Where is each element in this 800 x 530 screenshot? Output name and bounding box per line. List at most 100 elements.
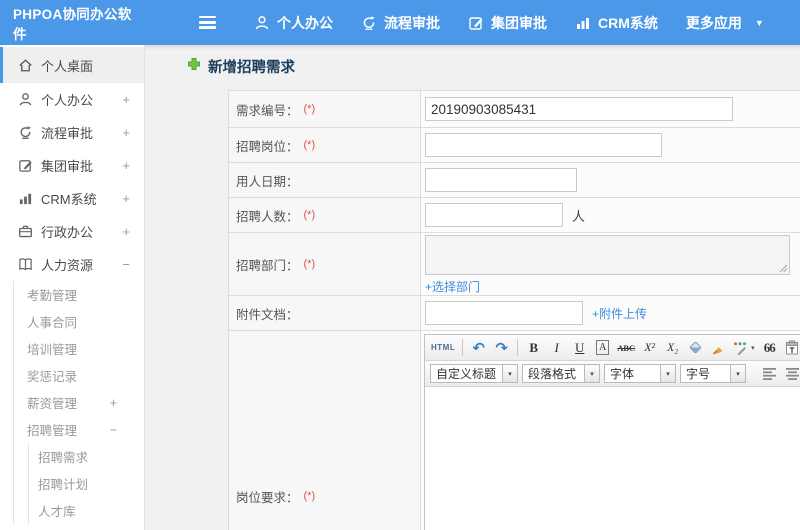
sidebar-item-personal-desktop[interactable]: 个人桌面 bbox=[0, 47, 144, 83]
format-brush-icon[interactable] bbox=[708, 338, 729, 358]
sidebar-item-administration[interactable]: 行政办公 + bbox=[0, 215, 144, 248]
person-icon bbox=[254, 15, 270, 31]
form-row-demand-number: 需求编号： (*) bbox=[229, 91, 800, 128]
app-window: PHPOA协同办公软件 个人办公 流程审批 集团审批 CRM系统 更多应用 ▼ … bbox=[0, 0, 800, 530]
bold-button[interactable]: B bbox=[523, 338, 544, 358]
italic-button[interactable]: I bbox=[546, 338, 567, 358]
sidebar-item-salary-mgmt[interactable]: 薪资管理 + bbox=[14, 389, 144, 416]
rich-text-editor: HTML ↶ ↷ B I U A ABC X² X₂ ▾ 66 自定义标题 ▾ … bbox=[424, 334, 800, 530]
attachment-input[interactable] bbox=[425, 301, 583, 325]
recruitment-demand-form: 需求编号： (*) 招聘岗位： (*) 用人日期： bbox=[228, 90, 800, 530]
caret-down-icon: ▾ bbox=[751, 344, 755, 352]
field-label: 招聘人数： bbox=[236, 209, 299, 224]
top-nav: 个人办公 流程审批 集团审批 CRM系统 更多应用 ▼ bbox=[240, 0, 778, 45]
app-logo: PHPOA协同办公软件 bbox=[13, 6, 132, 42]
collapse-toggle[interactable]: − bbox=[122, 257, 130, 272]
expand-toggle[interactable]: + bbox=[122, 224, 130, 239]
expand-toggle[interactable]: + bbox=[122, 158, 130, 173]
underline-button[interactable]: U bbox=[569, 338, 590, 358]
department-textarea[interactable] bbox=[425, 235, 790, 275]
redo-icon[interactable]: ↷ bbox=[491, 338, 512, 358]
font-border-button[interactable]: A bbox=[592, 338, 613, 358]
expand-toggle[interactable]: + bbox=[122, 125, 130, 140]
spellcheck-icon[interactable]: ▾ bbox=[731, 338, 757, 358]
sidebar: 个人桌面 个人办公 + 流程审批 + 集团审批 + CRM系统 + 行政办公 +… bbox=[0, 45, 145, 530]
collapse-toggle[interactable]: − bbox=[110, 423, 117, 437]
demand-number-input[interactable] bbox=[425, 97, 733, 121]
sidebar-item-human-resources[interactable]: 人力资源 − bbox=[0, 248, 144, 281]
attachment-upload-link[interactable]: +附件上传 bbox=[592, 305, 647, 322]
caret-down-icon: ▾ bbox=[502, 365, 517, 382]
sidebar-item-crm-system[interactable]: CRM系统 + bbox=[0, 182, 144, 215]
sidebar-item-personnel-contract[interactable]: 人事合同 bbox=[14, 308, 144, 335]
sidebar-item-recruitment-demand[interactable]: 招聘需求 bbox=[29, 443, 144, 470]
expand-toggle[interactable]: + bbox=[122, 92, 130, 107]
nav-workflow-approval[interactable]: 流程审批 bbox=[347, 0, 454, 45]
edit-icon bbox=[468, 15, 484, 31]
font-size-select[interactable]: 字号 ▾ bbox=[680, 364, 746, 383]
sidebar-item-recruitment-plan[interactable]: 招聘计划 bbox=[29, 470, 144, 497]
sidebar-item-attendance-mgmt[interactable]: 考勤管理 bbox=[14, 281, 144, 308]
sidebar-item-talent-pool[interactable]: 人才库 bbox=[29, 497, 144, 524]
editor-toolbar-row1: HTML ↶ ↷ B I U A ABC X² X₂ ▾ 66 bbox=[425, 335, 800, 361]
align-left-icon[interactable] bbox=[759, 364, 780, 384]
page-title: 新增招聘需求 bbox=[187, 56, 295, 77]
expand-toggle[interactable]: + bbox=[122, 191, 130, 206]
bar-chart-icon bbox=[17, 191, 33, 207]
hire-date-input[interactable] bbox=[425, 168, 577, 192]
caret-down-icon: ▾ bbox=[660, 365, 675, 382]
position-input[interactable] bbox=[425, 133, 662, 157]
paste-table-icon[interactable] bbox=[782, 338, 800, 358]
align-center-icon[interactable] bbox=[782, 364, 800, 384]
field-label: 附件文档： bbox=[236, 307, 299, 322]
sidebar-item-group-approval[interactable]: 集团审批 + bbox=[0, 149, 144, 182]
headcount-input[interactable] bbox=[425, 203, 563, 227]
sidebar-item-training-mgmt[interactable]: 培训管理 bbox=[14, 335, 144, 362]
caret-down-icon: ▼ bbox=[754, 17, 764, 28]
edit-icon bbox=[17, 158, 33, 174]
nav-crm-system[interactable]: CRM系统 bbox=[561, 0, 672, 45]
form-row-job-requirements: 岗位要求： (*) HTML ↶ ↷ B I U A ABC X² X₂ ▾ 6… bbox=[229, 331, 800, 530]
font-family-select[interactable]: 字体 ▾ bbox=[604, 364, 676, 383]
html-source-button[interactable]: HTML bbox=[429, 338, 457, 358]
eraser-icon[interactable] bbox=[685, 338, 706, 358]
sidebar-item-workflow-approval[interactable]: 流程审批 + bbox=[0, 116, 144, 149]
editor-content-area[interactable] bbox=[425, 387, 800, 530]
form-row-attachment: 附件文档： +附件上传 bbox=[229, 296, 800, 331]
select-department-link[interactable]: +选择部门 bbox=[425, 278, 480, 295]
sidebar-item-recruitment-mgmt[interactable]: 招聘管理 − bbox=[14, 416, 144, 443]
undo-icon[interactable]: ↶ bbox=[468, 338, 489, 358]
nav-personal-office[interactable]: 个人办公 bbox=[240, 0, 347, 45]
field-label: 招聘岗位： bbox=[236, 139, 299, 154]
field-label: 招聘部门： bbox=[236, 258, 299, 273]
nav-group-approval[interactable]: 集团审批 bbox=[454, 0, 561, 45]
field-label: 用人日期： bbox=[236, 174, 299, 189]
caret-down-icon: ▾ bbox=[730, 365, 745, 382]
hr-submenu: 考勤管理 人事合同 培训管理 奖惩记录 薪资管理 + 招聘管理 − 招聘需求 招… bbox=[13, 281, 144, 524]
required-mark: (*) bbox=[303, 258, 316, 270]
person-icon bbox=[17, 92, 33, 108]
history-icon bbox=[17, 125, 33, 141]
custom-title-select[interactable]: 自定义标题 ▾ bbox=[430, 364, 518, 383]
field-label: 岗位要求： bbox=[236, 490, 299, 505]
main-content: 新增招聘需求 需求编号： (*) 招聘岗位： (*) bbox=[145, 45, 800, 530]
field-label: 需求编号： bbox=[236, 103, 299, 118]
required-mark: (*) bbox=[303, 209, 316, 221]
superscript-button[interactable]: X² bbox=[639, 338, 660, 358]
history-icon bbox=[361, 15, 377, 31]
caret-down-icon: ▾ bbox=[584, 365, 599, 382]
nav-more-apps[interactable]: 更多应用 ▼ bbox=[672, 0, 778, 45]
resize-handle-icon[interactable] bbox=[779, 264, 788, 273]
add-plus-icon bbox=[187, 57, 201, 76]
expand-toggle[interactable]: + bbox=[110, 396, 117, 410]
paragraph-format-select[interactable]: 段落格式 ▾ bbox=[522, 364, 600, 383]
required-mark: (*) bbox=[303, 103, 316, 115]
bar-chart-icon bbox=[575, 15, 591, 31]
form-row-headcount: 招聘人数： (*) 人 bbox=[229, 198, 800, 233]
menu-toggle-icon[interactable] bbox=[199, 16, 216, 29]
strikethrough-button[interactable]: ABC bbox=[615, 338, 637, 358]
sidebar-item-reward-punishment[interactable]: 奖惩记录 bbox=[14, 362, 144, 389]
blockquote-button[interactable]: 66 bbox=[759, 338, 780, 358]
subscript-button[interactable]: X₂ bbox=[662, 338, 683, 358]
sidebar-item-personal-office[interactable]: 个人办公 + bbox=[0, 83, 144, 116]
